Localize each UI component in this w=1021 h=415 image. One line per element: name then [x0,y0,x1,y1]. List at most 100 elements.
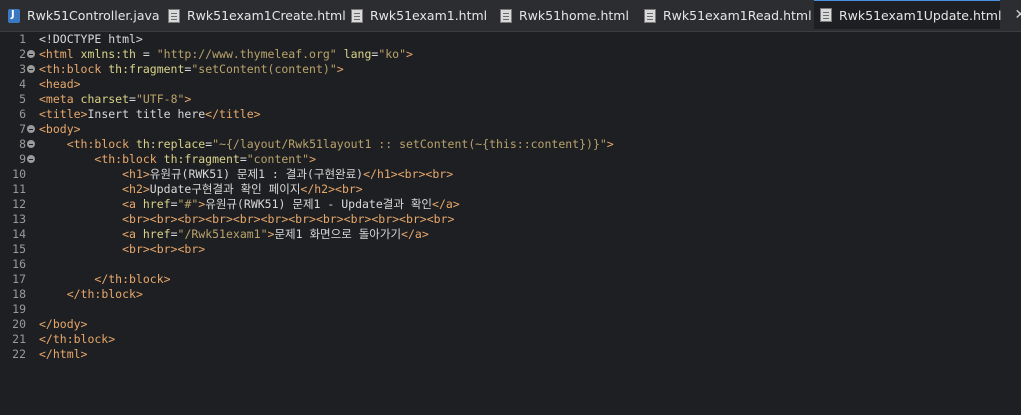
code-line[interactable]: 12 <a href="#">유원규(RWK51) 문제1 - Update결과… [0,197,1021,212]
code-line[interactable]: 8 <th:block th:replace="~{/layout/Rwk51l… [0,137,1021,152]
code-line[interactable]: 22 </html> [0,347,1021,362]
fold-toggle-icon[interactable] [27,65,35,73]
code-line[interactable]: 10 <h1>유원규(RWK51) 문제1 : 결과(구현완료)</h1><br… [0,167,1021,182]
code-token: th:replace [135,137,206,151]
tab-rwk51home-html[interactable]: Rwk51home.html [500,0,629,31]
line-number: 21 [12,332,26,346]
html-file-icon [168,8,180,23]
code-token: Insert title here [87,107,206,121]
code-token: = [135,47,157,61]
fold-toggle-icon[interactable] [27,155,35,163]
code-line[interactable]: 7 <body> [0,122,1021,137]
code-line[interactable]: 11 <h2>Update구현결과 확인 페이지</h2><br> [0,182,1021,197]
code-line[interactable]: 1 <!DOCTYPE html> [0,32,1021,47]
tab-label: Rwk51exam1Create.html [187,8,346,23]
tab-label: Rwk51home.html [519,8,629,23]
tab-rwk51controller-java[interactable]: Rwk51Controller.java [8,0,160,31]
line-number: 4 [19,77,26,91]
code-line[interactable]: 13 <br><br><br><br><br><br><br><br><br><… [0,212,1021,227]
code-token: = [129,92,136,106]
code-line[interactable]: 21 </th:block> [0,332,1021,347]
code-token: = [170,227,178,241]
code-line[interactable]: 3 <th:block th:fragment="setContent(conte… [0,62,1021,77]
code-token: </th:block> [66,287,143,301]
code-text: <h2>Update구현결과 확인 페이지</h2><br> [39,182,363,197]
code-line[interactable]: 16 [0,257,1021,272]
code-token: </th:block> [94,272,171,286]
code-line[interactable]: 5 <meta charset="UTF-8"> [0,92,1021,107]
code-token: </body> [39,317,88,331]
code-line[interactable]: 14 <a href="/Rwk51exam1">문제1 화면으로 돌아가기</… [0,227,1021,242]
code-token: </th:block> [39,332,116,346]
tab-rwk51exam1-html[interactable]: Rwk51exam1.html [351,0,487,31]
fold-toggle-icon[interactable] [27,140,35,148]
code-line[interactable]: 20 </body> [0,317,1021,332]
code-text: </html> [39,347,87,362]
line-number: 17 [12,272,26,286]
tab-rwk51exam1create-html[interactable]: Rwk51exam1Create.html [168,0,346,31]
line-number: 12 [12,197,26,211]
code-token: xmlns:th [80,47,136,61]
line-number: 20 [12,317,26,331]
code-token: "~{/layout/Rwk51layout1 :: setContent(~{… [212,137,607,151]
tab-rwk51exam1update-html[interactable]: Rwk51exam1Update.html ✕ [814,0,1021,29]
line-number: 7 [19,122,26,136]
code-token: "content" [246,152,310,166]
line-number: 1 [19,32,26,46]
code-line[interactable]: 4 <head> [0,77,1021,92]
code-text: <br><br><br><br><br><br><br><br><br><br>… [39,212,454,227]
close-icon[interactable]: ✕ [1014,8,1021,22]
code-token: <html [39,47,81,61]
code-text: </body> [39,317,87,332]
code-line[interactable]: 19 [0,302,1021,317]
code-token: </title> [205,107,261,121]
tab-label: Rwk51Controller.java [27,8,160,23]
code-token: = [239,152,247,166]
code-line[interactable]: 18 </th:block> [0,287,1021,302]
code-token: lang [343,47,372,61]
line-number: 11 [12,182,26,196]
line-number: 8 [19,137,26,151]
code-text: <a href="/Rwk51exam1">문제1 화면으로 돌아가기</a> [39,227,429,242]
code-line[interactable]: 2 <html xmlns:th = "http://www.thymeleaf.… [0,47,1021,62]
code-text: <br><br><br> [39,242,205,257]
code-token: </html> [39,347,88,361]
code-text: <th:block th:fragment="setContent(conten… [39,62,344,77]
code-text: </th:block> [39,332,115,347]
fold-toggle-icon[interactable] [27,50,35,58]
code-token: <title> [39,107,88,121]
code-line[interactable]: 15 <br><br><br> [0,242,1021,257]
code-token: </h1><br><br> [363,167,454,181]
code-token: href [142,197,171,211]
code-token: > [184,92,192,106]
code-editor[interactable]: 1 <!DOCTYPE html> 2 <html xmlns:th = "http:… [0,32,1021,415]
html-file-icon [644,8,656,23]
code-token: > [406,47,413,61]
code-token: th:fragment [108,62,185,76]
code-token: "UTF-8" [135,92,185,106]
code-token: charset [80,92,130,106]
tab-rwk51exam1read-html[interactable]: Rwk51exam1Read.html [644,0,812,31]
code-token: > [606,137,614,151]
code-token: 유원규(RWK51) 문제1 : 결과(구현완료) [149,167,364,181]
code-token: <body> [39,122,81,136]
code-token: href [142,227,171,241]
code-line[interactable]: 9 <th:block th:fragment="content"> [0,152,1021,167]
code-token: <th:block [66,137,136,151]
code-token: "ko" [378,47,407,61]
fold-toggle-icon[interactable] [27,125,35,133]
tab-label: Rwk51exam1Update.html [839,7,1002,23]
line-number: 22 [12,347,26,361]
code-token: <h2> [122,182,150,196]
code-token: = [170,197,178,211]
line-number: 6 [19,107,26,121]
html-file-icon [351,8,363,23]
code-token: </a> [401,227,429,241]
code-line[interactable]: 17 </th:block> [0,272,1021,287]
code-line[interactable]: 6 <title>Insert title here</title> [0,107,1021,122]
code-token: "http://www.thymeleaf.org" [156,47,337,61]
